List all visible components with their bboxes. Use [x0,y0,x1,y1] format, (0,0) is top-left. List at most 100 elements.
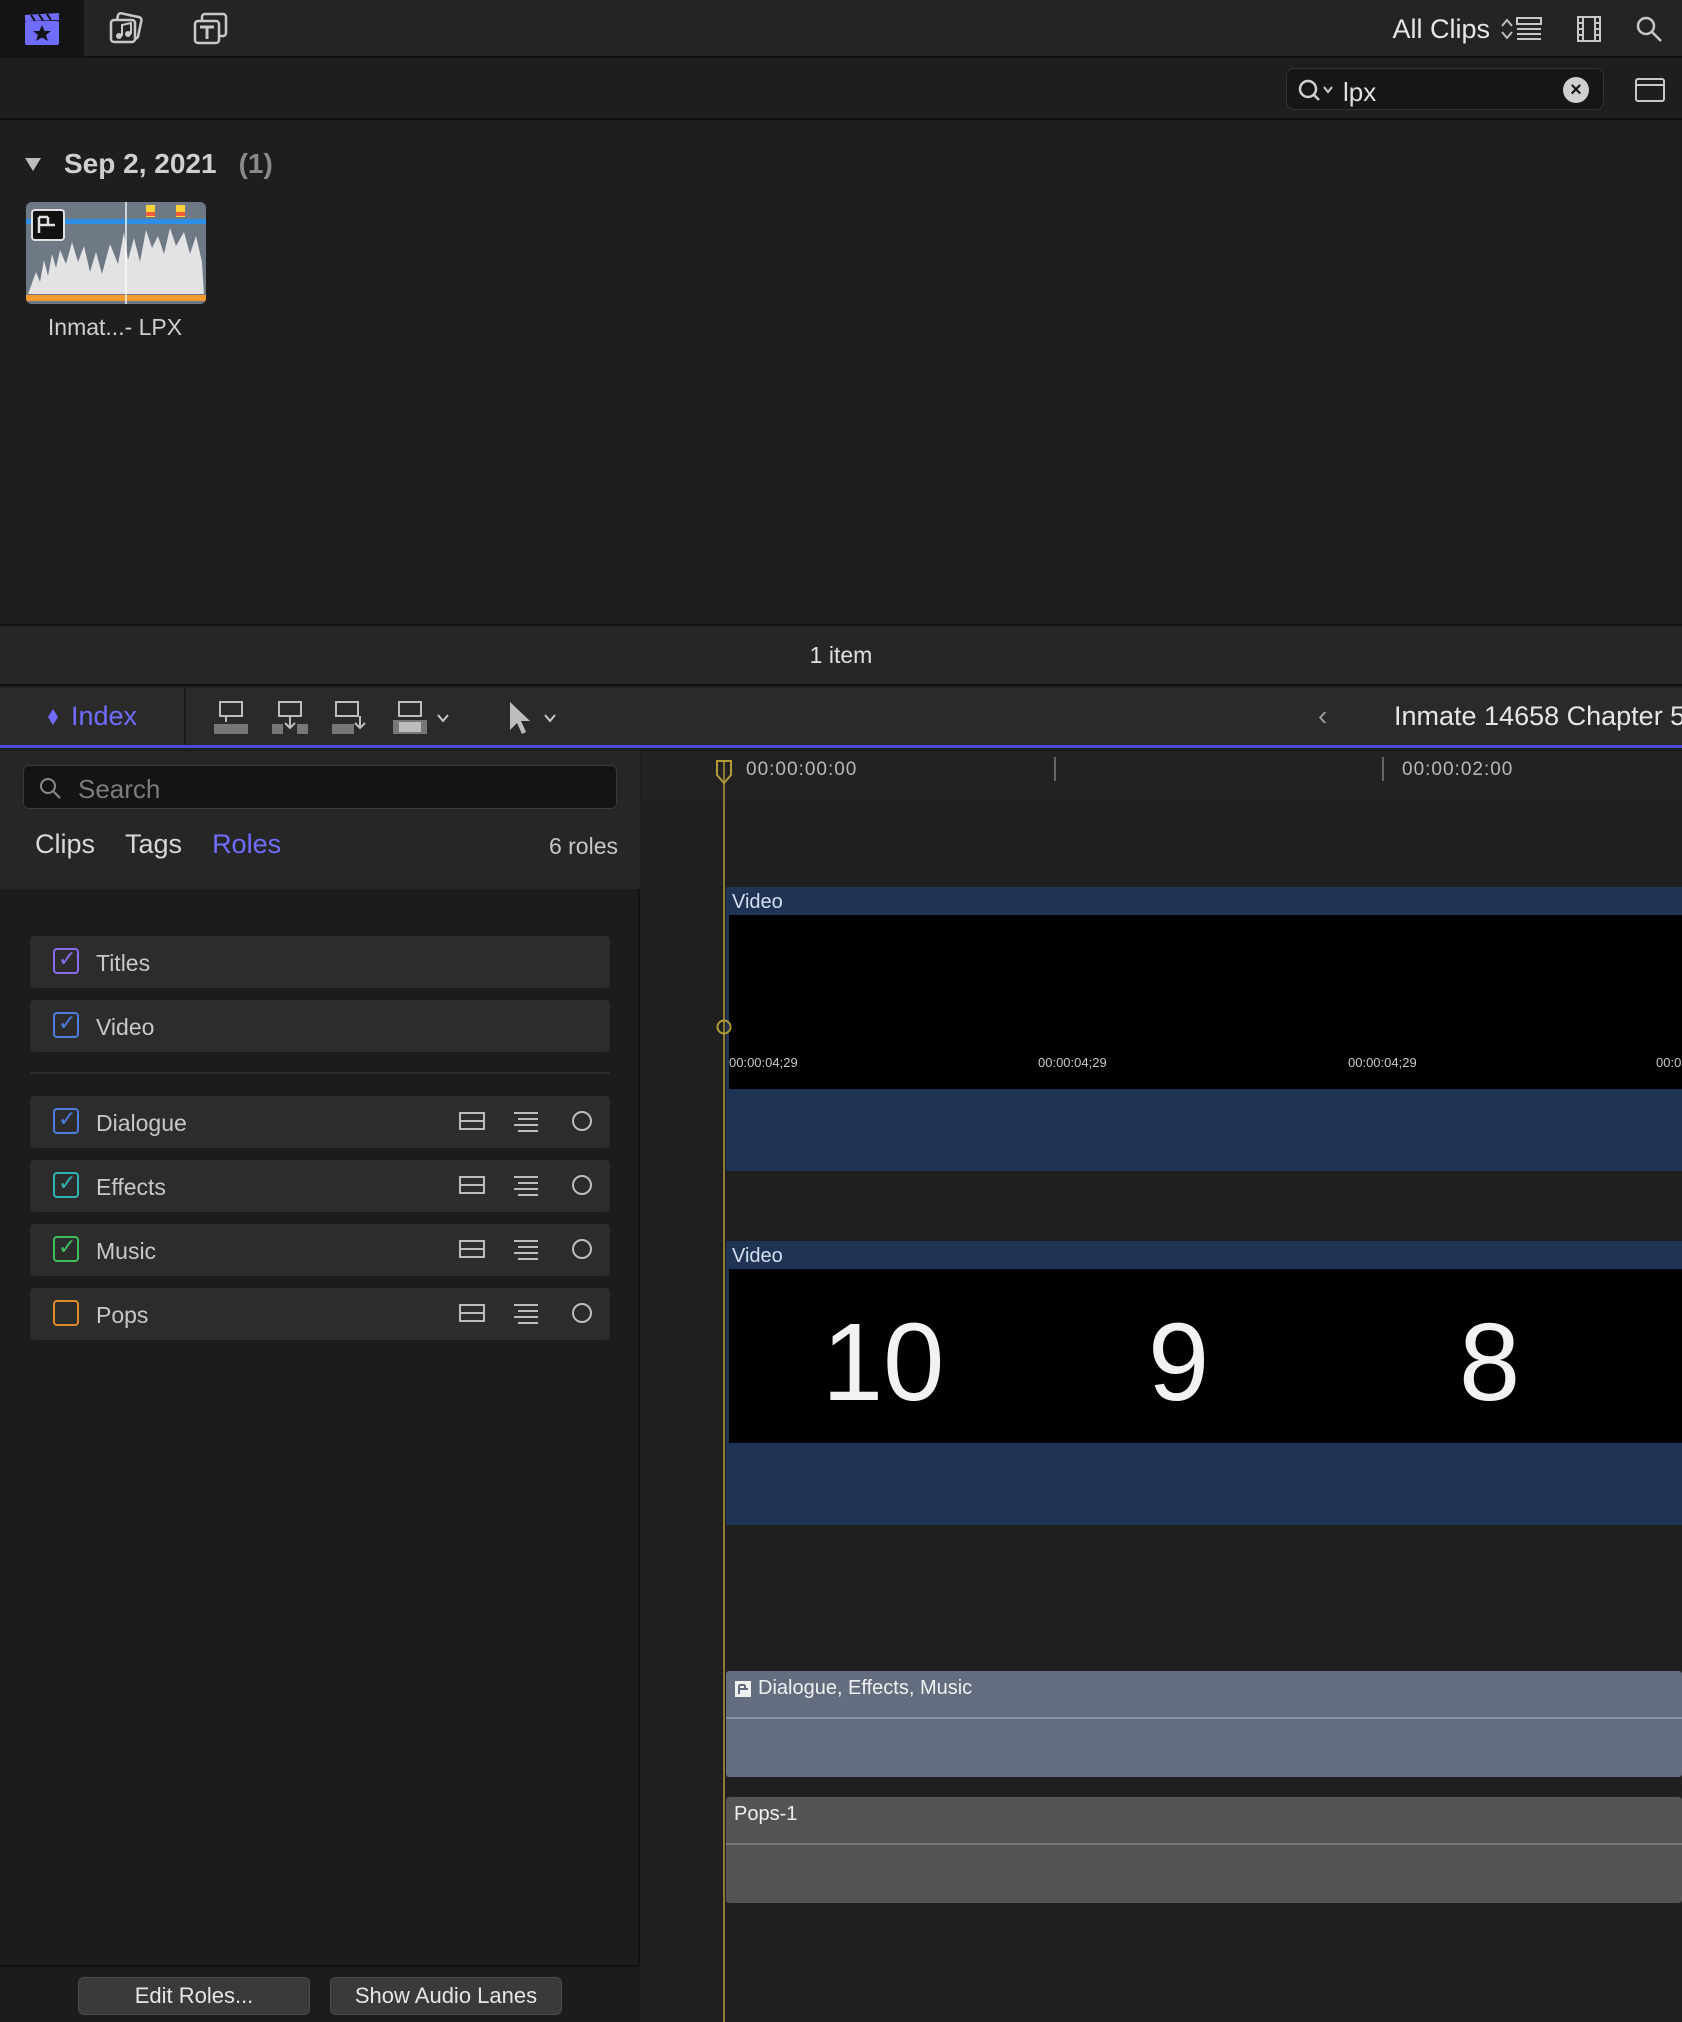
window-toggle-icon[interactable] [1634,76,1666,104]
tab-roles[interactable]: Roles [212,829,281,860]
lane-icon[interactable] [458,1236,486,1262]
focus-circle-icon[interactable] [570,1300,594,1326]
focus-circle-icon[interactable] [570,1172,594,1198]
event-date-group[interactable]: Sep 2, 2021 (1) [24,148,273,180]
timeline-index-panel: Search Clips Tags Roles 6 roles ✓ Titles… [0,751,640,2022]
chevron-down-icon[interactable] [436,712,450,724]
audio-clip-dem[interactable]: Dialogue, Effects, Music [726,1671,1682,1777]
role-checkbox-pops[interactable] [53,1300,79,1326]
role-checkbox-dialogue[interactable]: ✓ [53,1106,79,1134]
connect-clip-icon[interactable] [210,698,250,738]
clip-label: Video [732,1245,783,1267]
skimmer-marker-icon [716,1019,732,1035]
item-count: 1 item [809,642,873,668]
tab-tags[interactable]: Tags [125,829,182,860]
photos-audio-button[interactable] [84,0,168,58]
clapper-star-icon [25,13,59,45]
role-row-titles[interactable]: ✓ Titles [30,936,610,988]
ruler-timecode: 00:00:00:00 [746,759,858,780]
timeline-history-back-icon[interactable]: ‹ [1318,700,1327,732]
index-tabs: Clips Tags Roles [35,829,281,860]
filmstrip-icon[interactable] [1575,15,1603,43]
audio-clip-pops[interactable]: Pops-1 [726,1797,1682,1903]
search-options-icon[interactable] [1297,78,1337,104]
lane-icon[interactable] [458,1108,486,1134]
lane-icon[interactable] [458,1172,486,1198]
titles-icon [193,12,228,45]
clear-search-icon[interactable]: × [1563,77,1589,103]
role-row-pops[interactable]: Pops [30,1288,610,1340]
select-tool-icon[interactable] [506,698,532,738]
role-checkbox-titles[interactable]: ✓ [53,946,79,974]
insert-clip-icon[interactable] [270,698,310,738]
browser-filter-bar: lpx × [0,60,1682,120]
role-name: Dialogue [96,1110,187,1136]
role-name: Video [96,1014,155,1040]
subroles-icon[interactable] [512,1300,540,1326]
overwrite-clip-icon[interactable] [390,698,430,738]
focus-circle-icon[interactable] [570,1108,594,1134]
search-icon [40,778,61,799]
countdown-number: 8 [1459,1301,1521,1424]
libraries-button[interactable] [0,0,84,58]
role-row-music[interactable]: ✓ Music [30,1224,610,1276]
frame-timecode: 00:00:04;29 [1038,1055,1107,1070]
disclosure-triangle-icon[interactable] [24,156,42,172]
ruler-timecode: 00:00:02:00 [1402,759,1514,780]
index-header: Search Clips Tags Roles 6 roles [0,751,640,889]
music-photo-icon [109,12,143,44]
subroles-icon[interactable] [512,1108,540,1134]
audio-clip-divider [726,1843,1682,1845]
playhead-handle-icon[interactable] [715,759,733,785]
role-name: Pops [96,1302,149,1328]
clip-filter-popup[interactable]: All Clips [1392,0,1514,58]
index-footer: Edit Roles... Show Audio Lanes [0,1965,640,2022]
subroles-icon[interactable] [512,1172,540,1198]
role-row-dialogue[interactable]: ✓ Dialogue [30,1096,610,1148]
timeline-area[interactable]: 00:00:00:00 00:00:02:00 Video 00:00:04;2… [642,751,1682,2022]
video-clip-countdown[interactable]: Video 10 9 8 [726,1241,1682,1525]
playhead-line[interactable] [723,761,725,2022]
role-row-video[interactable]: ✓ Video [30,1000,610,1052]
edit-roles-button[interactable]: Edit Roles... [78,1977,310,2015]
timeline-index-button[interactable]: Index [0,688,186,745]
tool-chevron-down-icon[interactable] [543,712,557,724]
append-clip-icon[interactable] [330,698,370,738]
browser-status-bar: 1 item [0,624,1682,686]
titles-generators-button[interactable] [168,0,252,58]
timeline-ruler[interactable]: 00:00:00:00 00:00:02:00 [642,751,1682,801]
timeline-toolbar: Index ‹ Inmate 14658 Chapter 5 [0,688,1682,748]
list-view-icon[interactable] [1515,15,1543,43]
clip-filmstrip: 00:00:04;29 00:00:04;29 00:00:04;29 00:0 [729,915,1682,1089]
subroles-icon[interactable] [512,1236,540,1262]
role-checkbox-video[interactable]: ✓ [53,1010,79,1038]
role-checkbox-effects[interactable]: ✓ [53,1170,79,1198]
frame-timecode: 00:00:04;29 [729,1055,798,1070]
roles-count: 6 roles [548,833,618,859]
index-search-placeholder: Search [78,774,161,804]
search-icon[interactable] [1635,15,1663,43]
project-name: Inmate 14658 Chapter 5 [1394,701,1682,731]
show-audio-lanes-button[interactable]: Show Audio Lanes [330,1977,562,2015]
audio-clip-divider [726,1717,1682,1719]
countdown-number: 10 [822,1301,945,1424]
focus-circle-icon[interactable] [570,1236,594,1262]
browser-toolbar: All Clips [0,0,1682,58]
updown-chevron-icon [1501,18,1513,40]
role-name: Effects [96,1174,166,1200]
lane-icon[interactable] [458,1300,486,1326]
video-clip-gap[interactable]: Video 00:00:04;29 00:00:04;29 00:00:04;2… [726,887,1682,1171]
audio-clip-label: Pops-1 [734,1803,797,1826]
index-search-field[interactable]: Search [23,765,617,809]
audio-clip-name: Pops-1 [734,1803,798,1825]
tab-clips[interactable]: Clips [35,829,95,860]
ruler-tick [1054,757,1056,781]
browser-content: Sep 2, 2021 (1) Inmat...- LPX [0,122,1682,624]
role-row-effects[interactable]: ✓ Effects [30,1160,610,1212]
clip-filmstrip: 10 9 8 [729,1269,1682,1443]
browser-search-field[interactable]: lpx × [1286,68,1604,110]
role-checkbox-music[interactable]: ✓ [53,1234,79,1262]
clip-thumbnail[interactable] [26,202,206,304]
browser-search-value: lpx [1343,77,1377,107]
audio-clip-name: Dialogue, Effects, Music [758,1677,973,1699]
